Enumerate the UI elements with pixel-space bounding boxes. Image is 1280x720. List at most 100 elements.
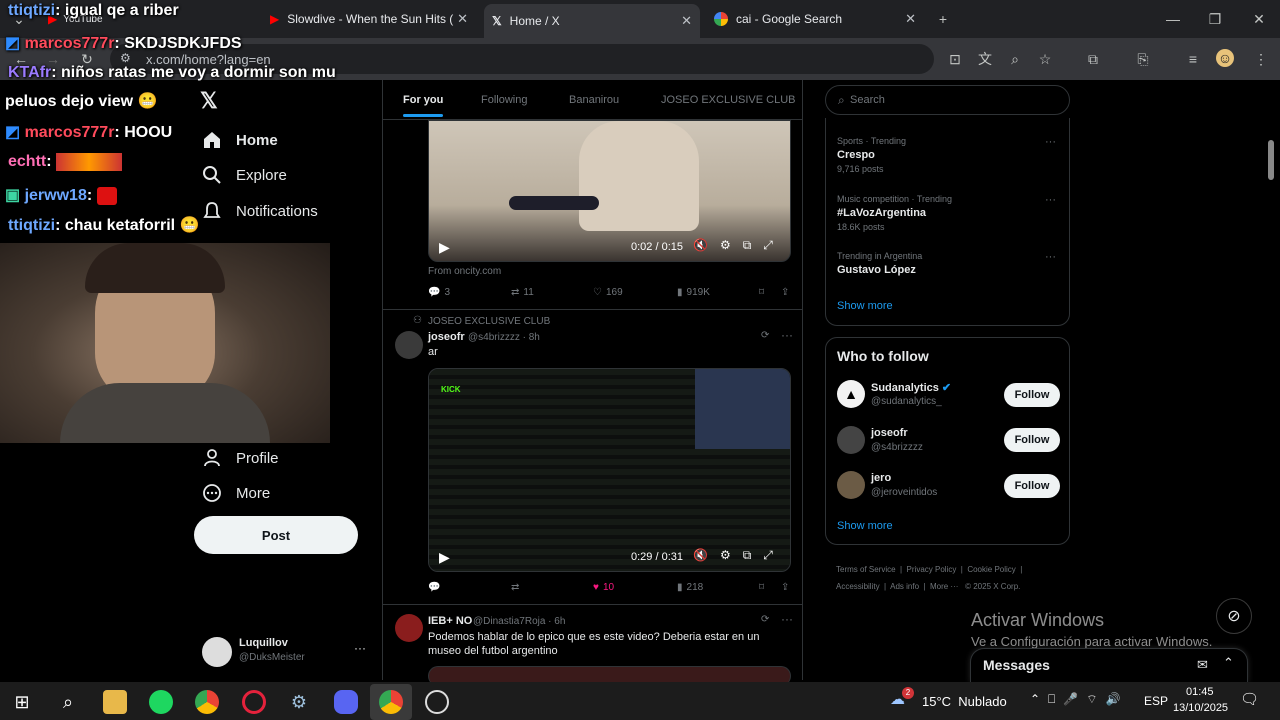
- show-more-link[interactable]: Show more: [837, 520, 893, 532]
- trend-item[interactable]: Sports · Trending Crespo 9,716 posts ···: [837, 136, 1062, 178]
- grok-icon[interactable]: ⟳: [761, 330, 769, 341]
- more-dots-icon[interactable]: ···: [781, 612, 793, 626]
- profile-avatar-icon[interactable]: ☺: [1216, 49, 1234, 67]
- tab-for-you[interactable]: For you: [403, 94, 443, 106]
- post-video[interactable]: KICK ▶ 0:29 / 0:31 🔇⚙⧉⤢: [428, 368, 791, 572]
- author-handle[interactable]: @s4brizzzz · 8h: [468, 332, 540, 343]
- chrome-icon[interactable]: [195, 690, 219, 714]
- clock-time[interactable]: 01:45: [1186, 686, 1214, 698]
- extensions-icon[interactable]: ⧉: [1084, 50, 1102, 68]
- tab-bananirou[interactable]: Bananirou: [569, 94, 619, 106]
- trend-item[interactable]: Trending in Argentina Gustavo López ···: [837, 251, 1062, 279]
- footer-link[interactable]: Privacy Policy: [907, 565, 957, 574]
- install-app-icon[interactable]: ⊡: [946, 50, 964, 68]
- nav-profile[interactable]: Profile: [202, 448, 279, 468]
- avatar[interactable]: ▲: [837, 380, 865, 408]
- community-name[interactable]: JOSEO EXCLUSIVE CLUB: [428, 316, 550, 327]
- discord-icon[interactable]: [334, 690, 358, 714]
- input-language[interactable]: ESP: [1144, 694, 1168, 708]
- zoom-icon[interactable]: ⌕: [1006, 50, 1024, 68]
- browser-menu-icon[interactable]: ⋮: [1252, 50, 1270, 68]
- post-button[interactable]: Post: [194, 516, 358, 554]
- repost-button[interactable]: ⇄: [511, 582, 519, 593]
- nav-more[interactable]: More: [202, 483, 270, 503]
- close-tab-icon[interactable]: ✕: [681, 13, 692, 29]
- new-tab-icon[interactable]: +: [934, 10, 952, 28]
- repost-button[interactable]: ⇄ 11: [511, 287, 534, 298]
- views-button[interactable]: ▮ 218: [677, 582, 703, 593]
- weather-text[interactable]: 15°C Nublado: [922, 694, 1007, 709]
- like-button[interactable]: ♡ 169: [593, 287, 623, 298]
- video-controls-icons[interactable]: 🔇⚙⧉⤢: [693, 238, 785, 253]
- site-info-icon[interactable]: ⚙: [120, 51, 131, 65]
- follow-button[interactable]: Follow: [1004, 383, 1060, 407]
- tab-google[interactable]: cai - Google Search ✕: [706, 6, 924, 32]
- messages-drawer[interactable]: Messages ✉ ⌃: [970, 648, 1248, 682]
- search-icon[interactable]: ⌕: [56, 690, 80, 714]
- footer-link[interactable]: Terms of Service: [836, 565, 896, 574]
- clock-date[interactable]: 13/10/2025: [1173, 702, 1228, 714]
- video-source[interactable]: From oncity.com: [428, 266, 501, 277]
- play-icon[interactable]: ▶: [439, 549, 450, 566]
- avatar[interactable]: [395, 331, 423, 359]
- share-icon[interactable]: ⇪: [781, 287, 789, 298]
- grok-fab-icon[interactable]: ⊘: [1216, 598, 1252, 634]
- bookmark-star-icon[interactable]: ☆: [1036, 50, 1054, 68]
- footer-link[interactable]: More ···: [930, 582, 958, 591]
- bookmark-icon[interactable]: ⌑: [759, 287, 764, 298]
- nav-notifications[interactable]: Notifications: [202, 201, 318, 221]
- more-dots-icon[interactable]: ···: [1045, 251, 1056, 263]
- author-name[interactable]: IEB+ NO: [428, 615, 472, 627]
- follow-button[interactable]: Follow: [1004, 428, 1060, 452]
- suggestion-name[interactable]: joseofr: [871, 427, 908, 439]
- avatar[interactable]: [395, 614, 423, 642]
- account-switcher[interactable]: Luquillov @DuksMeister ···: [200, 635, 380, 669]
- post-video[interactable]: ▶ 0:02 / 0:15 🔇⚙⧉⤢: [428, 120, 791, 262]
- tab-home-x[interactable]: 𝕏 Home / X ✕: [484, 4, 700, 38]
- footer-link[interactable]: Cookie Policy: [967, 565, 1015, 574]
- reply-button[interactable]: 💬: [428, 582, 440, 593]
- avatar[interactable]: [837, 426, 865, 454]
- spotify-icon[interactable]: [149, 690, 173, 714]
- translate-icon[interactable]: 文: [976, 50, 994, 68]
- footer-link[interactable]: Ads info: [890, 582, 919, 591]
- search-box[interactable]: ⌕ Search: [825, 85, 1070, 115]
- chrome-active-icon[interactable]: [379, 690, 403, 714]
- minimize-icon[interactable]: —: [1164, 10, 1182, 28]
- expand-icon[interactable]: ⌃: [1223, 655, 1234, 671]
- footer-link[interactable]: Accessibility: [836, 582, 880, 591]
- maximize-icon[interactable]: ❐: [1206, 10, 1224, 28]
- system-tray-icons[interactable]: ⌃⎕🎤⌔🔊: [1030, 692, 1128, 707]
- close-tab-icon[interactable]: ✕: [905, 11, 916, 27]
- screenshot-icon[interactable]: ⎘: [1134, 50, 1152, 68]
- x-logo-icon[interactable]: 𝕏: [200, 88, 218, 114]
- obs-icon[interactable]: [425, 690, 449, 714]
- follow-button[interactable]: Follow: [1004, 474, 1060, 498]
- start-windows-icon[interactable]: ⊞: [10, 690, 34, 714]
- file-explorer-icon[interactable]: [103, 690, 127, 714]
- author-handle[interactable]: @Dinastia7Roja · 6h: [473, 616, 565, 627]
- like-button[interactable]: ♥ 10: [593, 582, 614, 593]
- close-window-icon[interactable]: ✕: [1250, 10, 1268, 28]
- nav-explore[interactable]: Explore: [202, 165, 287, 185]
- close-tab-icon[interactable]: ✕: [457, 11, 468, 27]
- suggestion-name[interactable]: jero: [871, 472, 891, 484]
- new-message-icon[interactable]: ✉: [1197, 657, 1208, 673]
- notification-center-icon[interactable]: 🗨: [1240, 690, 1259, 708]
- opera-icon[interactable]: [242, 690, 266, 714]
- suggestion-name[interactable]: Sudanalytics ✔: [871, 381, 951, 394]
- tab-joseo-club[interactable]: JOSEO EXCLUSIVE CLUB: [661, 94, 796, 106]
- page-scrollbar[interactable]: [1268, 140, 1274, 180]
- media-control-icon[interactable]: ≡: [1184, 50, 1202, 68]
- author-name[interactable]: joseofr: [428, 331, 465, 343]
- steam-icon[interactable]: ⚙: [287, 690, 311, 714]
- search-input[interactable]: Search: [850, 94, 885, 106]
- tab-following[interactable]: Following: [481, 94, 527, 106]
- more-dots-icon[interactable]: ···: [1045, 136, 1056, 148]
- show-more-link[interactable]: Show more: [837, 300, 893, 312]
- tab-slowdive[interactable]: ▶ Slowdive - When the Sun Hits ( ✕: [262, 6, 476, 32]
- trend-item[interactable]: Music competition · Trending #LaVozArgen…: [837, 194, 1062, 236]
- play-icon[interactable]: ▶: [439, 239, 450, 256]
- views-button[interactable]: ▮ 919K: [677, 287, 710, 298]
- share-icon[interactable]: ⇪: [781, 582, 789, 593]
